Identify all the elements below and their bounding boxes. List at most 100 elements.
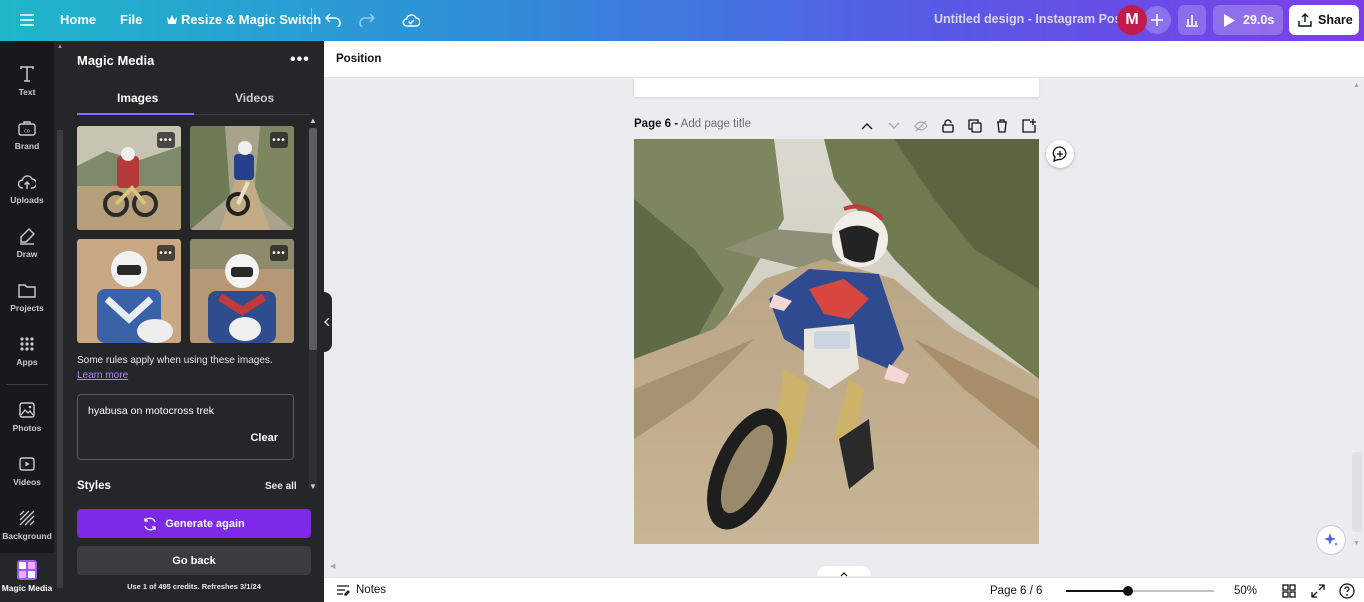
scroll-up-arrow-icon[interactable]: ▲ (1353, 82, 1360, 89)
move-page-up-icon[interactable] (858, 117, 876, 135)
bar-chart-icon (1186, 15, 1198, 27)
add-comment-button[interactable] (1046, 140, 1074, 168)
cloud-saved-icon[interactable] (400, 9, 422, 31)
credits-info: Use 1 of 495 credits. Refreshes 3/1/24 (127, 582, 261, 591)
collapse-panel-button[interactable] (321, 292, 332, 352)
share-icon (1298, 13, 1312, 27)
learn-more-link[interactable]: Learn more (77, 370, 128, 381)
panel-scrollbar[interactable]: ▲ ▼ (306, 116, 320, 496)
rail-scroll-thumb[interactable] (57, 130, 63, 588)
notes-button[interactable]: Notes (336, 584, 386, 596)
refresh-icon (144, 517, 156, 530)
duplicate-page-icon[interactable] (966, 117, 984, 135)
rail-item-videos[interactable]: Videos (0, 447, 54, 497)
lock-page-icon[interactable] (939, 117, 957, 135)
file-menu[interactable]: File (120, 12, 142, 27)
rail-item-magic-media[interactable]: Magic Media (0, 553, 54, 602)
insights-button[interactable] (1178, 5, 1206, 35)
rail-item-background[interactable]: Background (0, 501, 54, 551)
scroll-left-arrow-icon[interactable]: ◀ (330, 562, 335, 570)
prompt-input[interactable]: hyabusa on motocross trek Clear (77, 394, 294, 460)
previous-page[interactable] (634, 78, 1039, 97)
rail-label: Apps (16, 357, 38, 367)
tab-images[interactable]: Images (117, 91, 158, 105)
zoom-slider-handle[interactable] (1123, 586, 1134, 596)
page-indicator[interactable]: Page 6 / 6 (990, 585, 1042, 597)
image-options-button[interactable]: ••• (270, 245, 288, 261)
rail-label: Brand (14, 141, 40, 151)
rail-item-draw[interactable]: Draw (0, 219, 54, 269)
crown-icon (166, 13, 178, 25)
rail-item-text[interactable]: Text (0, 57, 54, 107)
undo-icon[interactable] (323, 10, 343, 30)
home-menu[interactable]: Home (60, 12, 96, 27)
videos-icon (19, 453, 35, 475)
go-back-button[interactable]: Go back (77, 546, 311, 575)
generated-image-3[interactable]: ••• (77, 239, 181, 343)
magic-assistant-button[interactable] (1316, 525, 1346, 555)
generated-image-1[interactable]: ••• (77, 126, 181, 230)
rail-item-brand[interactable]: co Brand (0, 111, 54, 161)
rail-item-photos[interactable]: Photos (0, 393, 54, 443)
delete-page-icon[interactable] (993, 117, 1011, 135)
generate-again-button[interactable]: Generate again (77, 509, 311, 538)
apps-grid-icon (20, 333, 34, 355)
comment-plus-icon (1052, 146, 1067, 162)
rail-label: Draw (16, 249, 38, 259)
help-icon[interactable] (1338, 582, 1356, 600)
background-icon (19, 507, 35, 529)
scroll-thumb[interactable] (309, 128, 317, 350)
scroll-down-arrow-icon[interactable]: ▼ (1353, 540, 1360, 547)
present-timer-button[interactable]: 29.0s (1213, 5, 1283, 35)
scroll-up-icon[interactable]: ▲ (57, 44, 63, 50)
rail-label: Projects (10, 303, 44, 313)
position-button[interactable]: Position (336, 53, 381, 65)
scroll-up-arrow-icon[interactable]: ▲ (309, 116, 317, 125)
image-options-button[interactable]: ••• (157, 245, 175, 261)
add-page-title-input[interactable]: Add page title (681, 118, 751, 130)
image-options-button[interactable]: ••• (270, 132, 288, 148)
generated-image-2[interactable]: ••• (190, 126, 294, 230)
rail-item-uploads[interactable]: Uploads (0, 165, 54, 215)
generated-image-4[interactable]: ••• (190, 239, 294, 343)
see-all-link[interactable]: See all (265, 481, 297, 492)
prompt-text[interactable]: hyabusa on motocross trek (88, 405, 214, 417)
avatar[interactable]: M (1117, 5, 1147, 35)
document-title[interactable]: Untitled design - Instagram Post (934, 12, 1126, 26)
canvas-scroll-thumb[interactable] (1352, 452, 1362, 532)
hide-page-icon[interactable] (912, 117, 930, 135)
redo-icon[interactable] (357, 10, 377, 30)
bottom-bar: Notes Page 6 / 6 50% (324, 577, 1364, 602)
zoom-slider[interactable] (1066, 586, 1214, 596)
rail-label: Text (18, 87, 36, 97)
panel-tabs: Images Videos (77, 85, 311, 115)
rail-scrollbar[interactable]: ▲ (57, 44, 63, 598)
uploads-icon (18, 171, 36, 193)
page-thumbnails-toggle[interactable] (817, 566, 871, 577)
tab-videos[interactable]: Videos (235, 91, 274, 105)
zoom-level[interactable]: 50% (1234, 585, 1257, 597)
grid-view-icon[interactable] (1280, 582, 1298, 600)
scroll-down-arrow-icon[interactable]: ▼ (309, 482, 317, 491)
clear-button[interactable]: Clear (250, 432, 278, 444)
resize-magic-switch-button[interactable]: Resize & Magic Switch (181, 12, 321, 27)
brand-icon: co (18, 117, 36, 139)
canvas-page-image[interactable] (634, 139, 1039, 544)
rail-item-projects[interactable]: Projects (0, 273, 54, 323)
folder-icon (18, 279, 36, 301)
page-header: Page 6 - Add page title (634, 117, 1039, 135)
fullscreen-icon[interactable] (1309, 582, 1327, 600)
image-options-button[interactable]: ••• (157, 132, 175, 148)
menu-icon[interactable] (18, 11, 36, 29)
more-options-icon[interactable]: ••• (290, 51, 310, 69)
rail-item-apps[interactable]: Apps (0, 327, 54, 377)
panel-title: Magic Media (77, 53, 155, 68)
magic-media-icon (17, 559, 37, 581)
rail-label: Uploads (10, 195, 44, 205)
move-page-down-icon[interactable] (885, 117, 903, 135)
play-icon (1224, 13, 1235, 27)
canvas-scrollbar[interactable]: ▲ ▼ (1350, 80, 1364, 550)
share-button[interactable]: Share (1289, 5, 1359, 35)
add-collaborator-button[interactable] (1143, 6, 1171, 34)
add-page-icon[interactable] (1020, 117, 1038, 135)
